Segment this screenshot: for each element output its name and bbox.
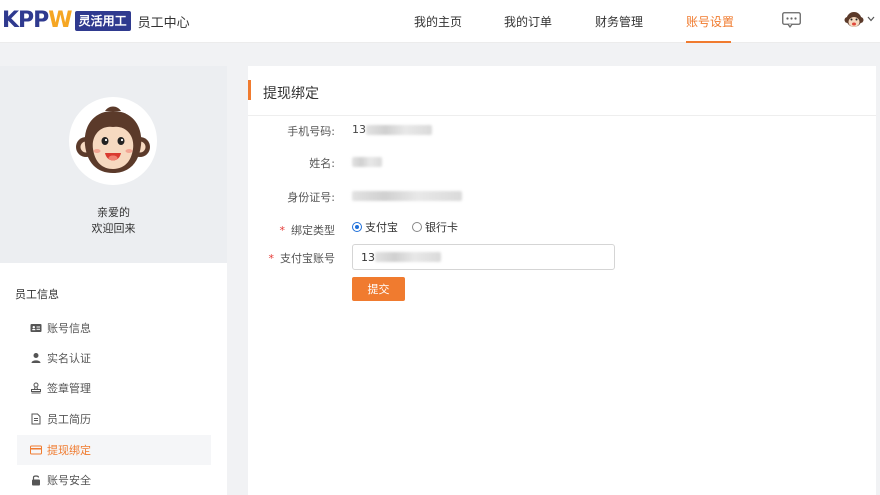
user-icon [29,351,43,365]
sidebar-item-label: 账号信息 [47,322,91,335]
logo-badge: 灵活用工 [74,11,131,31]
logo[interactable]: KPPW 灵活用工 员工中心 [2,9,190,33]
sidebar-item-label: 提现绑定 [47,444,91,457]
masked-text [352,191,462,201]
sidebar-item-account-info[interactable]: 账号信息 [17,313,211,343]
masked-text [366,125,432,135]
name-value [352,155,382,168]
masked-text [375,252,441,262]
sidebar-item-real-name[interactable]: 实名认证 [17,343,211,373]
document-icon [29,412,43,426]
nav-finance[interactable]: 财务管理 [595,13,643,30]
alipay-account-input[interactable]: 13 [352,244,615,270]
stamp-icon [29,381,43,395]
submit-button[interactable]: 提交 [352,277,405,301]
radio-circle[interactable] [412,222,422,232]
name-label: 姓名: [309,157,335,170]
sidebar-section-title: 员工信息 [15,288,59,301]
sidebar: 亲爱的 欢迎回来 员工信息 账号信息 实名认证 签章管理 员工简历 提现绑定 账… [0,66,227,495]
sidebar-item-seal[interactable]: 签章管理 [17,373,211,403]
main-panel: 提现绑定 手机号码: 13 姓名: 身份证号: * 绑定类型 支付宝 银行卡 * 支… [248,66,876,495]
nav-orders[interactable]: 我的订单 [504,13,552,30]
top-header: KPPW 灵活用工 员工中心 我的主页 我的订单 财务管理 账号设置 [0,0,880,43]
page-title: 提现绑定 [263,86,319,102]
logo-text: KPPW [2,8,73,33]
monkey-avatar-icon[interactable] [844,10,864,30]
phone-value: 13 [352,123,432,136]
divider [248,115,876,116]
sidebar-item-label: 员工简历 [47,413,91,426]
radio-alipay[interactable]: 支付宝 [352,219,398,235]
nav-active-underline [686,41,731,43]
bind-type-label: * 绑定类型 [279,224,336,237]
masked-text [352,157,382,167]
avatar [69,97,157,185]
title-accent-bar [248,80,251,100]
sidebar-item-label: 实名认证 [47,352,91,365]
sidebar-item-withdraw-binding[interactable]: 提现绑定 [17,435,211,465]
sidebar-item-label: 账号安全 [47,474,91,487]
profile-card: 亲爱的 欢迎回来 [0,66,227,263]
monkey-avatar-icon [76,106,150,173]
header-subtitle: 员工中心 [137,15,190,31]
card-icon [29,443,43,457]
lock-icon [29,473,43,487]
id-card-icon [29,321,43,335]
greeting-line1: 亲爱的 [97,206,130,219]
id-number-label: 身份证号: [287,191,335,204]
radio-bank-card[interactable]: 银行卡 [412,219,458,235]
chat-bubble-icon[interactable] [782,12,801,28]
bind-type-radio-group: 支付宝 银行卡 [352,219,472,235]
chevron-down-icon[interactable] [867,16,875,22]
sidebar-item-label: 签章管理 [47,382,91,395]
nav-home[interactable]: 我的主页 [414,13,462,30]
sidebar-item-resume[interactable]: 员工简历 [17,404,211,434]
sidebar-item-security[interactable]: 账号安全 [17,465,211,495]
id-number-value [352,189,462,202]
greeting-line2: 欢迎回来 [91,222,136,235]
radio-circle-checked[interactable] [352,222,362,232]
alipay-account-label: * 支付宝账号 [268,252,336,265]
phone-label: 手机号码: [287,125,335,138]
nav-account-settings[interactable]: 账号设置 [686,13,734,30]
